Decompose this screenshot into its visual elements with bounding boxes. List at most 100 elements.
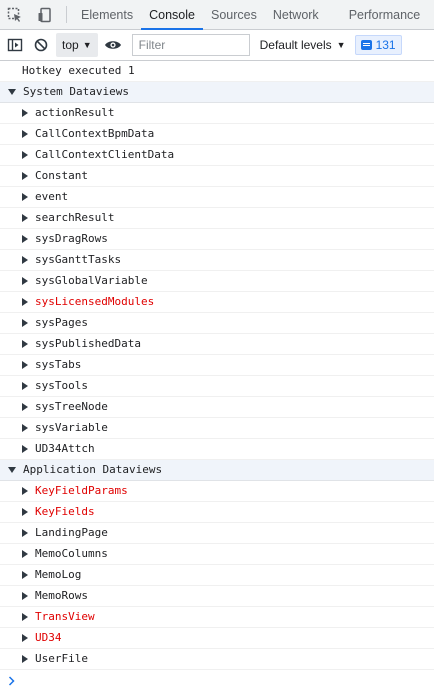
collapsed-triangle-icon [22, 277, 28, 285]
dataview-label: event [35, 190, 69, 203]
clear-console-icon[interactable] [30, 34, 52, 56]
dataview-label: UD34 [35, 631, 62, 644]
dataview-item[interactable]: sysPages [0, 313, 434, 334]
dataview-item[interactable]: MemoLog [0, 565, 434, 586]
collapsed-triangle-icon [22, 403, 28, 411]
dataview-label: MemoRows [35, 589, 88, 602]
dataview-item[interactable]: actionResult [0, 103, 434, 124]
dataview-label: CallContextClientData [35, 148, 175, 161]
collapsed-triangle-icon [22, 361, 28, 369]
dataview-label: sysTreeNode [35, 400, 108, 413]
dataview-label: TransView [35, 610, 95, 623]
dataview-label: CallContextBpmData [35, 127, 155, 140]
group-title: Application Dataviews [23, 463, 163, 476]
collapsed-triangle-icon [22, 550, 28, 558]
message-count: 131 [375, 38, 396, 52]
expand-triangle-icon [8, 467, 16, 473]
tab-console[interactable]: Console [141, 0, 203, 30]
collapsed-triangle-icon [22, 592, 28, 600]
dataview-label: sysDragRows [35, 232, 108, 245]
dataview-label: MemoLog [35, 568, 82, 581]
dataview-item[interactable]: LandingPage [0, 523, 434, 544]
divider [66, 6, 67, 23]
dataview-label: KeyFields [35, 505, 95, 518]
dataview-item[interactable]: TransView [0, 607, 434, 628]
collapsed-triangle-icon [22, 193, 28, 201]
collapsed-triangle-icon [22, 529, 28, 537]
filter-input[interactable]: Filter [131, 34, 250, 56]
dataview-label: LandingPage [35, 526, 108, 539]
message-icon [360, 40, 372, 50]
dataview-item[interactable]: event [0, 187, 434, 208]
dataview-item[interactable]: sysPublishedData [0, 334, 434, 355]
console-output: Hotkey executed 1 System Dataviews action… [0, 61, 434, 692]
collapsed-triangle-icon [22, 571, 28, 579]
chevron-down-icon: ▼ [82, 40, 92, 50]
context-selector[interactable]: top ▼ [56, 33, 98, 57]
collapsed-triangle-icon [22, 382, 28, 390]
tab-sources[interactable]: Sources [203, 0, 265, 29]
dataview-item[interactable]: sysLicensedModules [0, 292, 434, 313]
dataview-item[interactable]: MemoColumns [0, 544, 434, 565]
collapsed-triangle-icon [22, 298, 28, 306]
dataview-label: KeyFieldParams [35, 484, 128, 497]
context-value: top [62, 38, 79, 52]
dataview-item[interactable]: sysGlobalVariable [0, 271, 434, 292]
group-title: System Dataviews [23, 85, 129, 98]
dataview-label: sysPublishedData [35, 337, 141, 350]
dataview-item[interactable]: sysTabs [0, 355, 434, 376]
dataview-label: sysTabs [35, 358, 82, 371]
expand-triangle-icon [8, 89, 16, 95]
collapsed-triangle-icon [22, 508, 28, 516]
collapsed-triangle-icon [22, 613, 28, 621]
dataview-item[interactable]: sysGanttTasks [0, 250, 434, 271]
dataview-item[interactable]: sysTools [0, 376, 434, 397]
live-expression-eye-icon[interactable] [102, 34, 124, 56]
dataview-label: UD34Attch [35, 442, 95, 455]
dataview-label: sysVariable [35, 421, 108, 434]
dataview-item[interactable]: sysTreeNode [0, 397, 434, 418]
collapsed-triangle-icon [22, 445, 28, 453]
collapsed-triangle-icon [22, 172, 28, 180]
log-levels-label: Default levels [259, 38, 332, 52]
dataview-label: sysTools [35, 379, 88, 392]
tab-elements[interactable]: Elements [73, 0, 141, 29]
dataview-label: sysPages [35, 316, 88, 329]
dataview-item[interactable]: KeyFieldParams [0, 481, 434, 502]
tab-performance[interactable]: Performance [341, 0, 429, 29]
chevron-down-icon: ▼ [336, 40, 346, 50]
dataview-item[interactable]: CallContextBpmData [0, 124, 434, 145]
dataview-item[interactable]: UD34 [0, 628, 434, 649]
dataview-item[interactable]: UD34Attch [0, 439, 434, 460]
collapsed-triangle-icon [22, 487, 28, 495]
inspect-element-icon[interactable] [0, 0, 30, 29]
issues-badge[interactable]: 131 [354, 35, 402, 55]
dataview-item[interactable]: MemoRows [0, 586, 434, 607]
dataview-group[interactable]: System Dataviews [0, 82, 434, 103]
collapsed-triangle-icon [22, 151, 28, 159]
log-message: Hotkey executed 1 [0, 61, 434, 82]
collapsed-triangle-icon [22, 424, 28, 432]
sidebar-toggle-icon[interactable] [4, 34, 26, 56]
dataview-label: sysGlobalVariable [35, 274, 148, 287]
collapsed-triangle-icon [22, 634, 28, 642]
prompt-chevron-icon [8, 676, 15, 686]
log-levels-dropdown[interactable]: Default levels ▼ [260, 38, 346, 52]
tab-network[interactable]: Network [265, 0, 327, 29]
collapsed-triangle-icon [22, 256, 28, 264]
collapsed-triangle-icon [22, 109, 28, 117]
dataview-item[interactable]: sysDragRows [0, 229, 434, 250]
dataview-group[interactable]: Application Dataviews [0, 460, 434, 481]
console-prompt[interactable] [0, 670, 434, 692]
dataview-item[interactable]: sysVariable [0, 418, 434, 439]
collapsed-triangle-icon [22, 655, 28, 663]
collapsed-triangle-icon [22, 319, 28, 327]
device-toolbar-icon[interactable] [30, 0, 60, 29]
dataview-item[interactable]: Constant [0, 166, 434, 187]
collapsed-triangle-icon [22, 130, 28, 138]
dataview-item[interactable]: KeyFields [0, 502, 434, 523]
dataview-item[interactable]: CallContextClientData [0, 145, 434, 166]
dataview-item[interactable]: UserFile [0, 649, 434, 670]
dataview-label: sysGanttTasks [35, 253, 122, 266]
dataview-item[interactable]: searchResult [0, 208, 434, 229]
